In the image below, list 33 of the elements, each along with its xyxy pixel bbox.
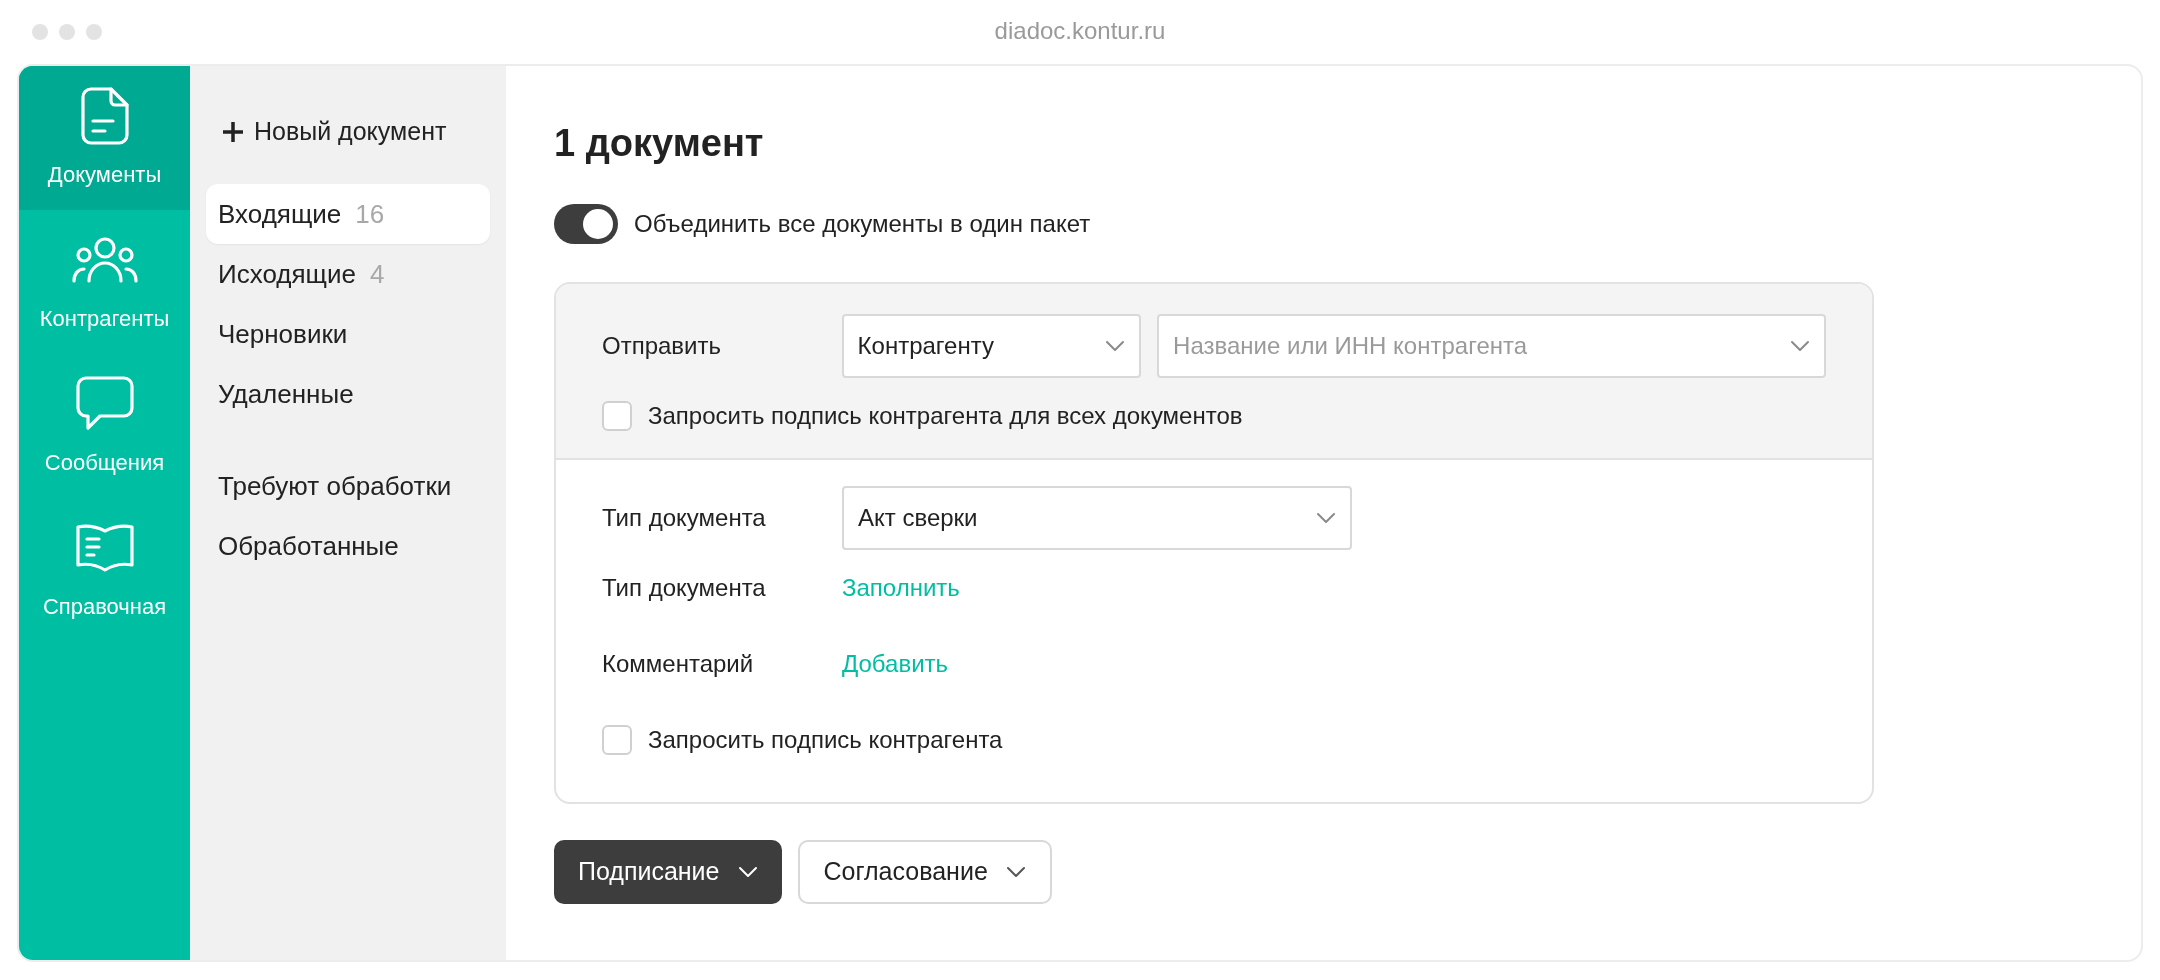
new-document-button[interactable]: Новый документ xyxy=(206,108,490,156)
chevron-down-icon xyxy=(1790,340,1810,352)
folder-item[interactable]: Входящие 16 xyxy=(206,184,490,244)
chevron-down-icon xyxy=(1316,512,1336,524)
checkbox[interactable] xyxy=(602,401,632,431)
field-label: Отправить xyxy=(602,331,722,361)
toggle-switch[interactable] xyxy=(554,204,618,244)
people-icon xyxy=(71,236,138,283)
window-title: diadoc.kontur.ru xyxy=(994,16,1166,46)
folder-item[interactable]: Обработанные xyxy=(206,516,490,576)
chevron-down-icon xyxy=(737,866,758,878)
folder-item[interactable]: Требуют обработки xyxy=(206,456,490,516)
folder-item[interactable]: Черновики xyxy=(206,304,490,364)
recipient-type-select[interactable]: Контрагенту xyxy=(841,314,1142,378)
field-label: Комментарий xyxy=(602,649,755,679)
speech-bubble-icon xyxy=(75,375,134,432)
checkbox-label: Запросить подпись контрагента xyxy=(648,725,1003,755)
checkbox[interactable] xyxy=(602,725,632,755)
checkbox-label: Запросить подпись контрагента для всех документов xyxy=(648,401,1243,431)
document-type-select[interactable]: Акт сверки xyxy=(842,486,1352,550)
toggle-label: Объединить все документы в один пакет xyxy=(634,209,1091,239)
document-icon xyxy=(80,86,129,145)
folder-item[interactable]: Исходящие 4 xyxy=(206,244,490,304)
page-title: 1 документ xyxy=(554,124,765,162)
field-label: Тип документа xyxy=(602,503,767,533)
folder-item[interactable]: Удаленные xyxy=(206,364,490,424)
chevron-down-icon xyxy=(1105,340,1126,352)
book-icon xyxy=(75,522,134,573)
dropdown-button[interactable]: Согласование xyxy=(797,840,1052,904)
dropdown-button[interactable]: Подписание xyxy=(554,840,782,904)
chevron-down-icon xyxy=(1005,866,1026,878)
plus-icon xyxy=(222,121,244,143)
field-label: Тип документа xyxy=(602,573,767,603)
